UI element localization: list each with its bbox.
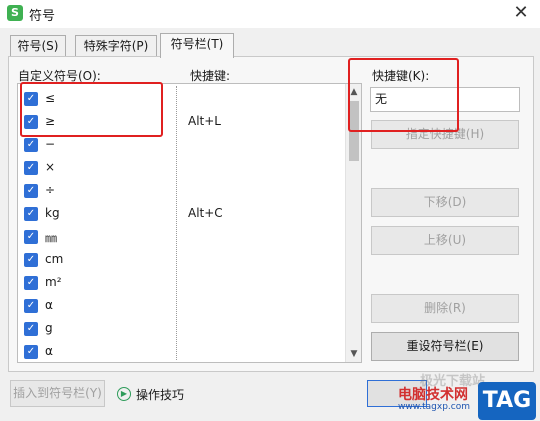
move-down-button[interactable]: 下移(D) xyxy=(371,188,519,217)
symbol-text: α xyxy=(45,298,53,312)
symbol-text: × xyxy=(45,160,56,174)
list-item[interactable]: ✓ kg Alt+C xyxy=(18,203,345,226)
app-icon: S xyxy=(7,5,23,21)
symbol-shortcut: Alt+C xyxy=(188,206,223,220)
symbol-shortcut: Alt+L xyxy=(188,114,221,128)
symbol-text: g xyxy=(45,321,53,335)
tab-symbol-bar[interactable]: 符号栏(T) xyxy=(160,33,234,58)
checkbox-checked-icon[interactable]: ✓ xyxy=(24,161,38,175)
list-item[interactable]: ✓ ㎜ xyxy=(18,226,345,249)
list-item[interactable]: ✓ ÷ xyxy=(18,180,345,203)
checkbox-checked-icon[interactable]: ✓ xyxy=(24,138,38,152)
symbol-text: α xyxy=(45,344,53,358)
delete-button[interactable]: 删除(R) xyxy=(371,294,519,323)
move-up-button[interactable]: 上移(U) xyxy=(371,226,519,255)
tab-symbols[interactable]: 符号(S) xyxy=(10,35,66,57)
list-item[interactable]: ✓ g xyxy=(18,318,345,341)
highlight-box-symbols xyxy=(20,82,163,137)
reset-symbol-bar-button[interactable]: 重设符号栏(E) xyxy=(371,332,519,361)
checkbox-checked-icon[interactable]: ✓ xyxy=(24,253,38,267)
watermark-text: 电脑技术网 xyxy=(398,387,468,403)
play-circle-icon[interactable]: ▶ xyxy=(117,387,131,401)
symbol-text: cm xyxy=(45,252,64,266)
symbol-text: ÷ xyxy=(45,183,56,197)
list-item[interactable]: ✓ α xyxy=(18,295,345,318)
window-title: 符号 xyxy=(29,9,56,24)
symbol-text: ㎜ xyxy=(45,231,58,245)
symbol-text: − xyxy=(45,137,56,151)
list-item[interactable]: ✓ cm xyxy=(18,249,345,272)
checkbox-checked-icon[interactable]: ✓ xyxy=(24,207,38,221)
insert-to-symbol-bar-button[interactable]: 插入到符号栏(Y) xyxy=(10,380,105,407)
checkbox-checked-icon[interactable]: ✓ xyxy=(24,184,38,198)
highlight-box-shortcut xyxy=(348,58,459,132)
list-item[interactable]: ✓ α xyxy=(18,341,345,362)
close-icon[interactable]: ✕ xyxy=(510,2,532,24)
checkbox-checked-icon[interactable]: ✓ xyxy=(24,345,38,359)
list-item[interactable]: ✓ m² xyxy=(18,272,345,295)
checkbox-checked-icon[interactable]: ✓ xyxy=(24,322,38,336)
watermark-url: www.tagxp.com xyxy=(398,402,470,412)
checkbox-checked-icon[interactable]: ✓ xyxy=(24,299,38,313)
list-item[interactable]: ✓ × xyxy=(18,157,345,180)
symbol-text: kg xyxy=(45,206,60,220)
operation-tips-link[interactable]: 操作技巧 xyxy=(136,386,184,403)
title-bar: S 符号 ✕ xyxy=(0,0,540,28)
watermark-tag-logo: TAG xyxy=(478,382,536,420)
checkbox-checked-icon[interactable]: ✓ xyxy=(24,276,38,290)
checkbox-checked-icon[interactable]: ✓ xyxy=(24,230,38,244)
shortcut-column-label: 快捷键: xyxy=(190,69,231,83)
symbol-text: m² xyxy=(45,275,62,289)
list-item[interactable]: ✓ − xyxy=(18,134,345,157)
scroll-down-icon[interactable]: ▼ xyxy=(346,346,361,362)
tab-special-chars[interactable]: 特殊字符(P) xyxy=(75,35,157,57)
